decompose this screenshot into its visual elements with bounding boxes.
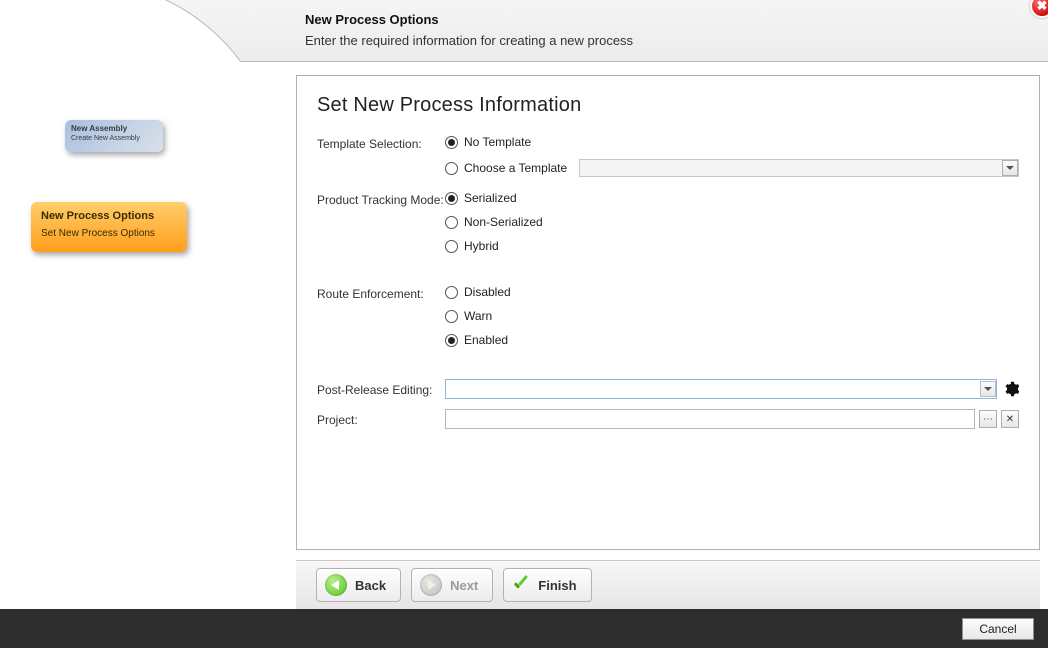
back-button[interactable]: Back	[316, 568, 401, 602]
radio-label: No Template	[464, 135, 531, 149]
main-panel: Set New Process Information Template Sel…	[296, 75, 1040, 550]
wizard-button-bar: Back Next Finish	[296, 560, 1040, 609]
radio-no-template[interactable]: No Template	[445, 135, 1019, 149]
finish-button[interactable]: Finish	[503, 568, 591, 602]
button-label: Finish	[538, 578, 576, 593]
radio-route-warn[interactable]: Warn	[445, 309, 1019, 323]
label-template-selection: Template Selection:	[317, 135, 445, 151]
tracking-options: Serialized Non-Serialized Hybrid	[445, 191, 1019, 253]
row-product-tracking-mode: Product Tracking Mode: Serialized Non-Se…	[317, 191, 1019, 253]
route-options: Disabled Warn Enabled	[445, 285, 1019, 347]
template-combo[interactable]	[579, 159, 1019, 177]
radio-icon	[445, 310, 458, 323]
header-title: New Process Options	[305, 12, 439, 27]
wizard-sidebar: New Assembly Create New Assembly New Pro…	[0, 62, 296, 609]
clear-icon[interactable]: ✕	[1001, 410, 1019, 428]
button-label: Back	[355, 578, 386, 593]
sidebar-step-subtitle: Create New Assembly	[71, 135, 157, 142]
radio-label: Enabled	[464, 333, 508, 347]
row-template-selection: Template Selection: No Template Choose a…	[317, 135, 1019, 177]
sidebar-step-new-process-options[interactable]: New Process Options Set New Process Opti…	[31, 202, 187, 252]
radio-icon	[445, 136, 458, 149]
label-project: Project:	[317, 411, 445, 427]
post-release-editing-combo[interactable]	[445, 379, 997, 399]
cancel-button[interactable]: Cancel	[962, 618, 1034, 640]
sidebar-step-title: New Process Options	[41, 210, 177, 222]
radio-icon	[445, 286, 458, 299]
bottom-bar: Cancel	[0, 609, 1048, 648]
close-icon[interactable]: ✖	[1030, 0, 1048, 18]
radio-label: Choose a Template	[464, 161, 567, 175]
radio-choose-template[interactable]: Choose a Template	[445, 159, 1019, 177]
next-button: Next	[411, 568, 493, 602]
arrow-right-icon	[420, 574, 442, 596]
radio-label: Disabled	[464, 285, 511, 299]
panel-title: Set New Process Information	[317, 94, 1019, 117]
check-icon	[512, 576, 530, 594]
radio-icon	[445, 162, 458, 175]
wizard-root: New Process Options Enter the required i…	[0, 0, 1048, 648]
radio-icon	[445, 192, 458, 205]
radio-label: Hybrid	[464, 239, 499, 253]
label-product-tracking-mode: Product Tracking Mode:	[317, 191, 445, 207]
sidebar-step-title: New Assembly	[71, 124, 157, 133]
project-input[interactable]	[445, 409, 975, 429]
wizard-header: New Process Options Enter the required i…	[0, 0, 1048, 62]
chevron-down-icon[interactable]	[1002, 160, 1018, 176]
sidebar-step-subtitle: Set New Process Options	[41, 228, 177, 239]
gear-icon[interactable]	[1003, 381, 1019, 397]
radio-label: Serialized	[464, 191, 517, 205]
radio-label: Warn	[464, 309, 492, 323]
radio-icon	[445, 216, 458, 229]
row-post-release-editing: Post-Release Editing:	[317, 379, 1019, 399]
button-label: Next	[450, 578, 478, 593]
sidebar-step-new-assembly[interactable]: New Assembly Create New Assembly	[65, 120, 163, 152]
row-project: Project: ⋯ ✕	[317, 409, 1019, 429]
radio-icon	[445, 334, 458, 347]
header-subtitle: Enter the required information for creat…	[305, 33, 633, 48]
radio-label: Non-Serialized	[464, 215, 543, 229]
row-route-enforcement: Route Enforcement: Disabled Warn Enabled	[317, 285, 1019, 347]
chevron-down-icon[interactable]	[980, 381, 996, 397]
radio-icon	[445, 240, 458, 253]
radio-route-disabled[interactable]: Disabled	[445, 285, 1019, 299]
template-selection-options: No Template Choose a Template	[445, 135, 1019, 177]
arrow-left-icon	[325, 574, 347, 596]
label-route-enforcement: Route Enforcement:	[317, 285, 445, 301]
radio-route-enabled[interactable]: Enabled	[445, 333, 1019, 347]
label-post-release-editing: Post-Release Editing:	[317, 381, 445, 397]
ellipsis-icon[interactable]: ⋯	[979, 410, 997, 428]
radio-serialized[interactable]: Serialized	[445, 191, 1019, 205]
radio-hybrid[interactable]: Hybrid	[445, 239, 1019, 253]
radio-non-serialized[interactable]: Non-Serialized	[445, 215, 1019, 229]
